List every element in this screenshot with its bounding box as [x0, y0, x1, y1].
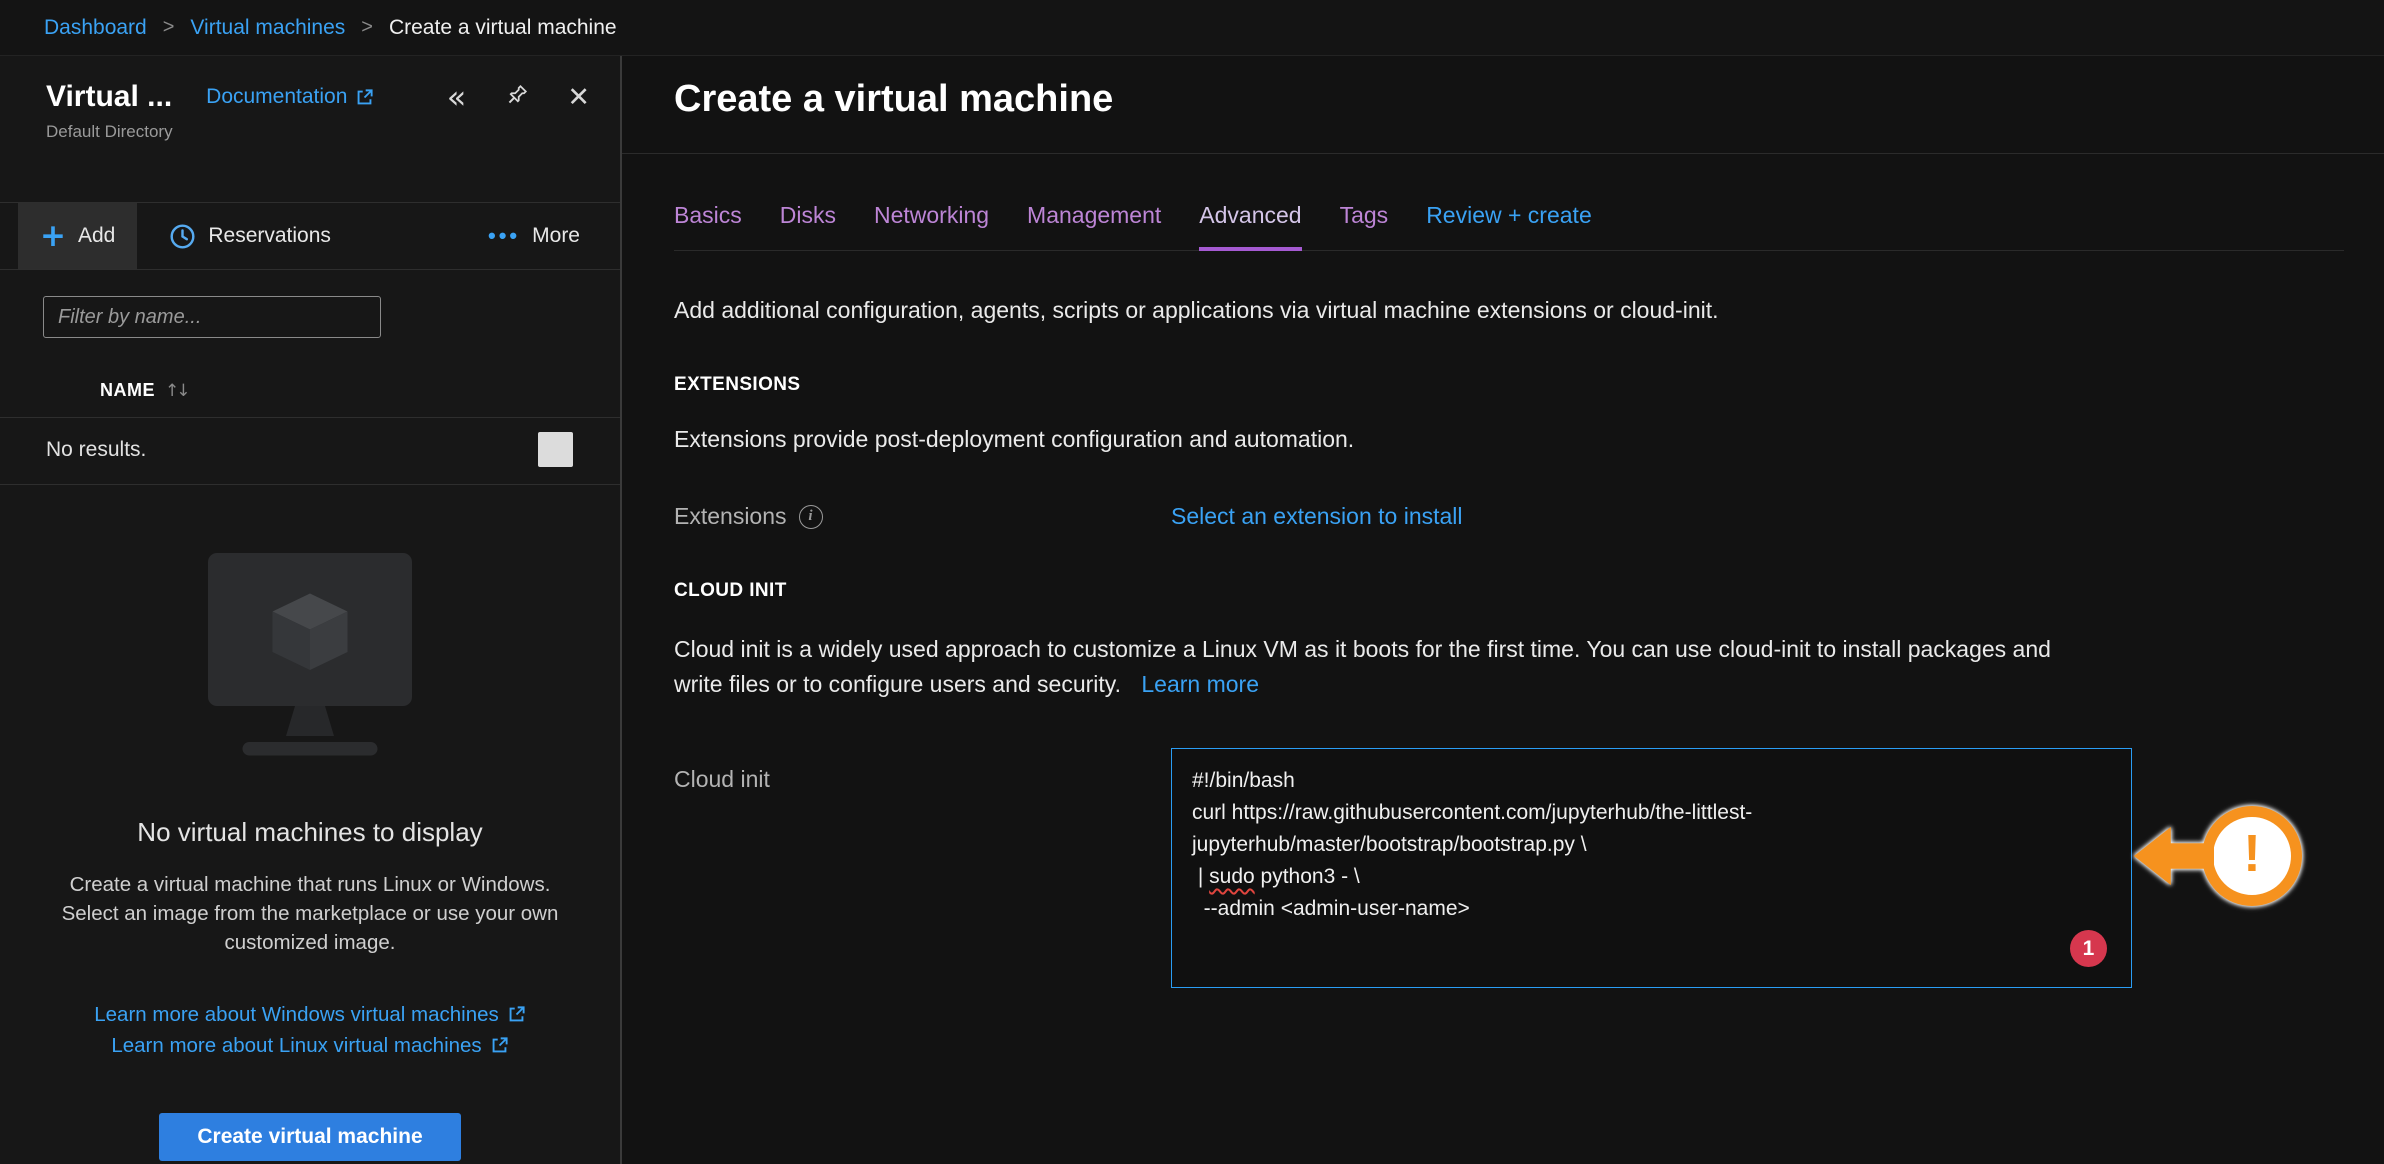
tab-tags[interactable]: Tags	[1340, 202, 1389, 251]
panel-toolbar: + Add Reservations ••• More	[0, 202, 620, 270]
tutorial-pointer-annotation: !	[2134, 806, 2302, 906]
cloud-init-field-label: Cloud init	[674, 766, 770, 793]
more-button[interactable]: ••• More	[466, 203, 580, 269]
external-link-icon	[507, 1005, 526, 1024]
breadcrumb-virtual-machines[interactable]: Virtual machines	[190, 16, 345, 40]
tab-advanced[interactable]: Advanced	[1199, 202, 1301, 251]
documentation-link[interactable]: Documentation	[206, 85, 374, 109]
select-checkbox[interactable]	[538, 432, 573, 467]
annotation-exclamation-icon: !	[2202, 806, 2302, 906]
panel-header: Virtual ... Documentation «	[0, 56, 620, 202]
tab-review-create[interactable]: Review + create	[1426, 202, 1592, 251]
extensions-field-label: Extensions	[674, 503, 787, 530]
extensions-section-heading: EXTENSIONS	[674, 374, 2344, 396]
empty-state-description: Create a virtual machine that runs Linux…	[48, 870, 572, 957]
main-content: Create a virtual machine Basics Disks Ne…	[622, 56, 2384, 1164]
pin-panel-button[interactable]	[504, 83, 529, 111]
overflow-dots-icon: •••	[488, 223, 520, 249]
name-column-header[interactable]: NAME ↑↓	[0, 380, 620, 401]
empty-state-title: No virtual machines to display	[40, 817, 580, 848]
sort-icon: ↑↓	[165, 381, 188, 401]
learn-windows-vm-link[interactable]: Learn more about Windows virtual machine…	[94, 999, 526, 1030]
add-button-label: Add	[78, 224, 115, 248]
pin-icon	[504, 83, 529, 108]
tab-disks[interactable]: Disks	[780, 202, 836, 251]
wizard-tabs: Basics Disks Networking Management Advan…	[674, 202, 2344, 251]
panel-title: Virtual ...	[46, 80, 172, 114]
cloud-init-code-line: #!/bin/bash	[1192, 765, 2111, 797]
clock-icon	[169, 223, 196, 250]
breadcrumb-separator-icon: >	[361, 16, 373, 39]
cloud-init-code-line: | sudo python3 - \	[1192, 861, 2111, 893]
virtual-machines-panel: Virtual ... Documentation «	[0, 56, 622, 1164]
documentation-link-label: Documentation	[206, 85, 347, 109]
cloud-init-code-line: --admin <admin-user-name>	[1192, 893, 2111, 925]
reservations-button-label: Reservations	[208, 224, 331, 248]
select-extension-link[interactable]: Select an extension to install	[1171, 503, 2344, 530]
cloud-init-field-row: Cloud init #!/bin/bash curl https://raw.…	[674, 748, 2344, 988]
learn-linux-vm-label: Learn more about Linux virtual machines	[111, 1030, 481, 1061]
empty-state: No virtual machines to display Create a …	[0, 553, 620, 1161]
collapse-panel-button[interactable]: «	[447, 81, 467, 113]
breadcrumb: Dashboard > Virtual machines > Create a …	[0, 0, 2384, 56]
plus-icon: +	[40, 218, 66, 254]
breadcrumb-separator-icon: >	[163, 16, 175, 39]
more-button-label: More	[532, 224, 580, 248]
name-column-label: NAME	[100, 380, 155, 401]
azure-portal-screen: Dashboard > Virtual machines > Create a …	[0, 0, 2384, 1164]
add-button[interactable]: + Add	[18, 203, 137, 269]
cloud-init-learn-more-link[interactable]: Learn more	[1141, 671, 1259, 697]
no-results-row: No results.	[0, 418, 620, 485]
extensions-section-description: Extensions provide post-deployment confi…	[674, 426, 2344, 453]
breadcrumb-current-page: Create a virtual machine	[389, 16, 617, 40]
info-icon[interactable]: i	[799, 505, 823, 529]
vm-monitor-illustration	[157, 553, 463, 769]
annotation-arrow-icon	[2134, 827, 2214, 885]
reservations-button[interactable]: Reservations	[147, 203, 353, 269]
learn-windows-vm-label: Learn more about Windows virtual machine…	[94, 999, 499, 1030]
tab-management[interactable]: Management	[1027, 202, 1161, 251]
directory-subtitle: Default Directory	[46, 122, 590, 142]
spellcheck-underlined-word: sudo	[1209, 865, 1255, 888]
filter-input[interactable]	[43, 296, 381, 338]
cloud-init-section-description: Cloud init is a widely used approach to …	[674, 632, 2074, 702]
cloud-init-code-line: jupyterhub/master/bootstrap/bootstrap.py…	[1192, 829, 2111, 861]
divider	[622, 153, 2384, 154]
breadcrumb-dashboard[interactable]: Dashboard	[44, 16, 147, 40]
learn-linux-vm-link[interactable]: Learn more about Linux virtual machines	[111, 1030, 508, 1061]
tab-networking[interactable]: Networking	[874, 202, 989, 251]
cloud-init-textarea[interactable]: #!/bin/bash curl https://raw.githubuserc…	[1171, 748, 2132, 988]
cloud-init-code-line: curl https://raw.githubusercontent.com/j…	[1192, 797, 2111, 829]
page-title: Create a virtual machine	[674, 78, 2384, 121]
no-results-label: No results.	[46, 438, 146, 461]
cloud-init-section-heading: CLOUD INIT	[674, 580, 2344, 602]
close-panel-button[interactable]: ✕	[567, 84, 590, 111]
tab-basics[interactable]: Basics	[674, 202, 742, 251]
external-link-icon	[490, 1036, 509, 1055]
advanced-tab-intro: Add additional configuration, agents, sc…	[674, 297, 2344, 324]
extensions-field-row: Extensions i Select an extension to inst…	[674, 503, 2344, 530]
tutorial-step-badge: 1	[2070, 930, 2107, 967]
cloud-init-description-text: Cloud init is a widely used approach to …	[674, 636, 2051, 697]
create-virtual-machine-button[interactable]: Create virtual machine	[159, 1113, 460, 1161]
external-link-icon	[355, 88, 374, 107]
